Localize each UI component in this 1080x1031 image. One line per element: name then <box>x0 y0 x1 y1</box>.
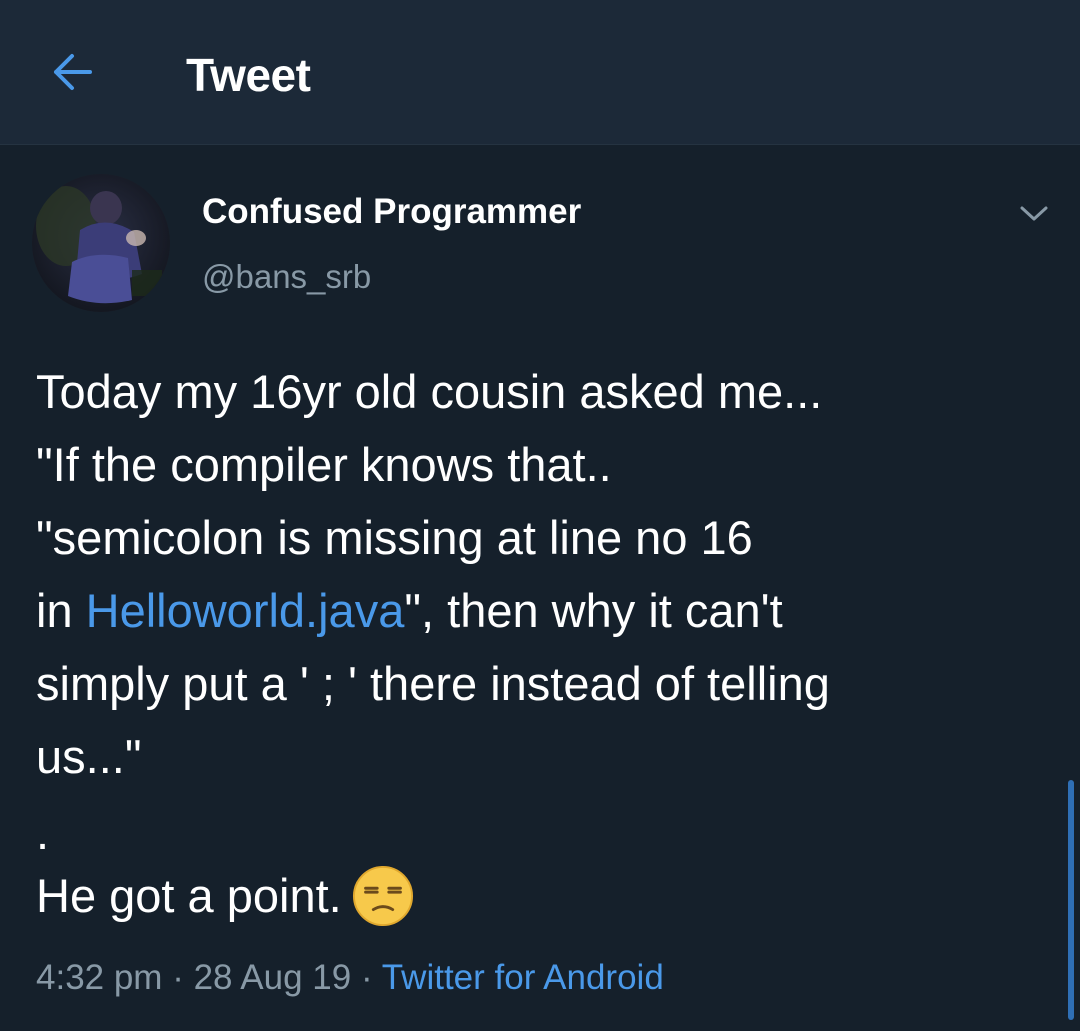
page-title: Tweet <box>186 49 311 101</box>
tweet-line: in Helloworld.java", then why it can't <box>36 574 1046 647</box>
tweet-metadata: 4:32 pm · 28 Aug 19 · Twitter for Androi… <box>36 958 664 998</box>
tweet-line: . <box>36 806 50 859</box>
tweet-line: us..." <box>36 730 142 783</box>
avatar[interactable] <box>32 174 170 312</box>
tweet-line: He got a point. <box>36 859 1046 932</box>
top-bar: Tweet <box>0 0 1080 145</box>
tweet-line: "semicolon is missing at line no 16 <box>36 511 753 564</box>
tweet-line: "If the compiler knows that.. <box>36 438 612 491</box>
tweet-text-fragment: in <box>36 584 86 637</box>
meta-separator: · <box>351 958 382 997</box>
tweet-menu-button[interactable] <box>1012 192 1056 236</box>
author-handle[interactable]: @bans_srb <box>202 258 371 296</box>
tweet-text: Today my 16yr old cousin asked me... "If… <box>36 355 1046 932</box>
tweet-line: simply put a ' ; ' there instead of tell… <box>36 657 830 710</box>
tweet-time: 4:32 pm <box>36 958 163 997</box>
chevron-down-icon <box>1020 206 1048 221</box>
tweet-screen: Tweet Confused Programmer @bans_srb Toda <box>0 0 1080 1031</box>
unamused-face-emoji <box>352 865 413 926</box>
tweet-line: Today my 16yr old cousin asked me... <box>36 365 823 418</box>
helloworld-link[interactable]: Helloworld.java <box>86 584 405 637</box>
tweet-date: 28 Aug 19 <box>193 958 352 997</box>
profile-photo-avatar <box>32 174 170 312</box>
arrow-left-icon <box>54 54 92 90</box>
tweet-text-fragment: ", then why it can't <box>404 584 783 637</box>
closing-text: He got a point. <box>36 869 342 922</box>
back-button[interactable] <box>44 44 100 100</box>
meta-separator: · <box>162 958 194 997</box>
scrollbar[interactable] <box>1068 780 1074 1020</box>
tweet-source-link[interactable]: Twitter for Android <box>382 958 664 997</box>
author-display-name[interactable]: Confused Programmer <box>202 192 581 232</box>
